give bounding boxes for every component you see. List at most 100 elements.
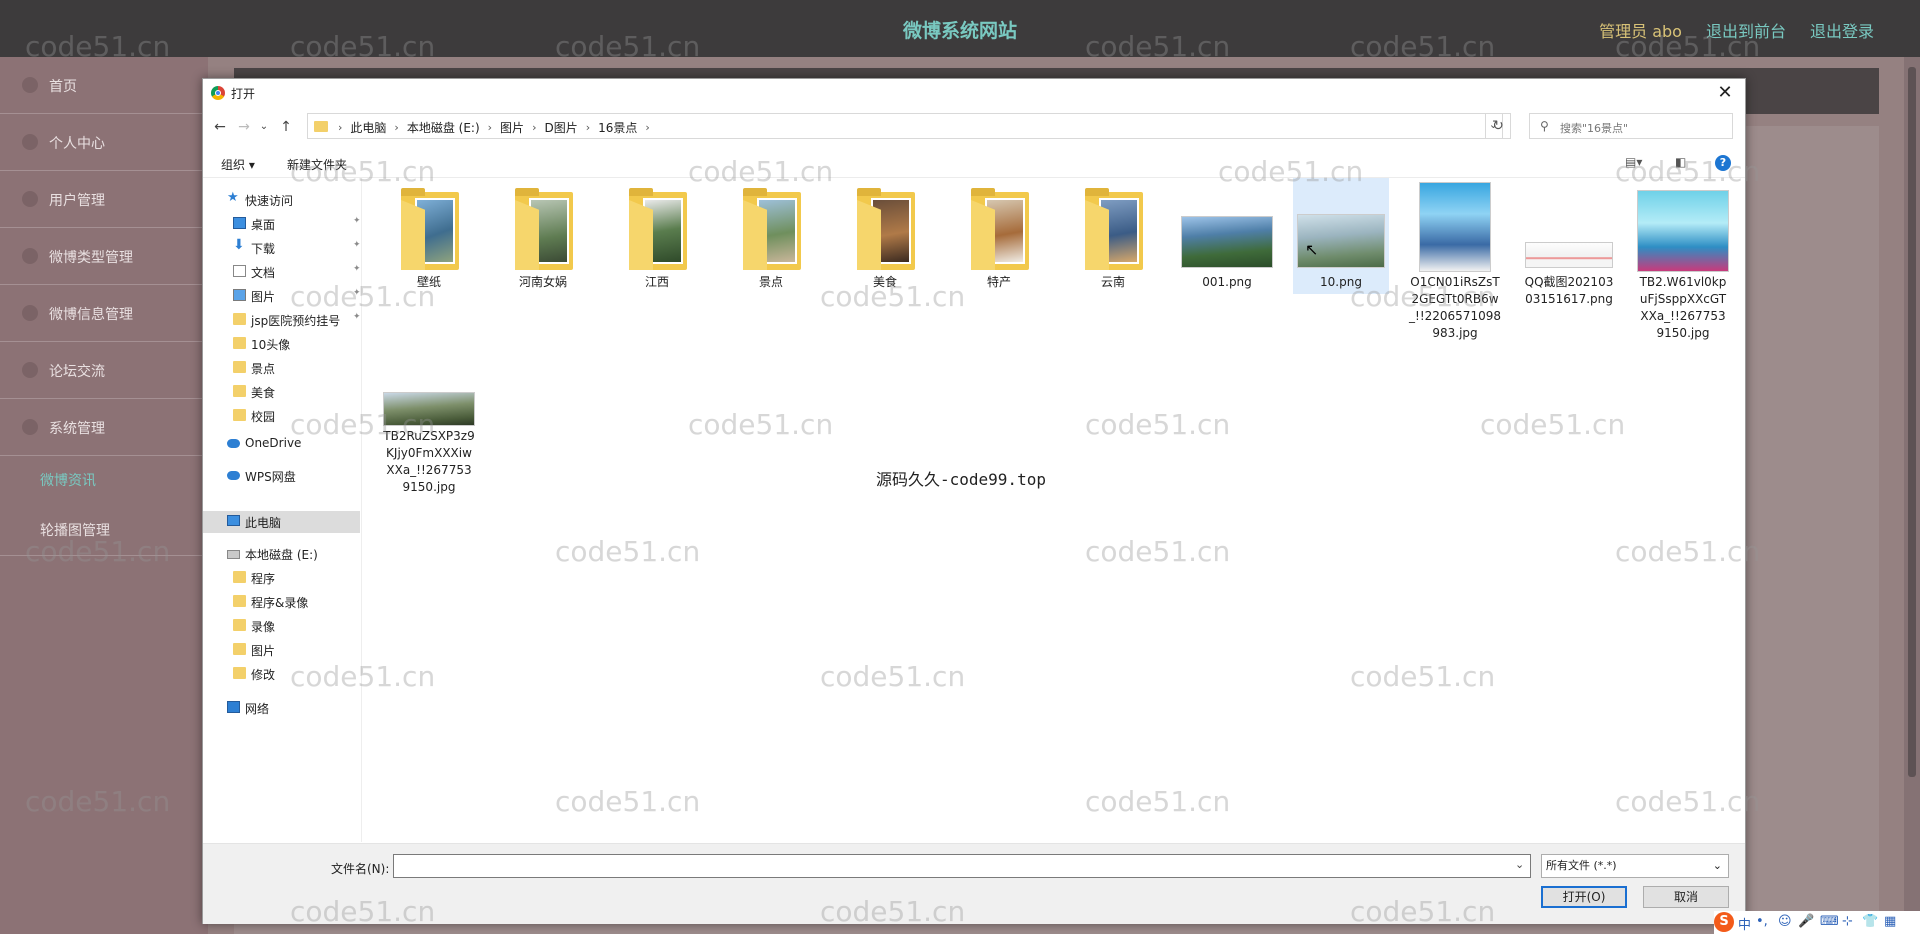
- page-scrollbar[interactable]: [1904, 57, 1920, 934]
- search-box[interactable]: ⚲ 搜索"16景点": [1529, 113, 1733, 139]
- cloud-icon: [227, 439, 240, 448]
- folder-icon: [233, 409, 246, 421]
- page-scrollbar-thumb[interactable]: [1908, 67, 1916, 777]
- chevron-right-icon: ›: [645, 121, 650, 134]
- sidebar-item-weibo-info[interactable]: 微博信息管理: [0, 285, 208, 342]
- home-icon: [22, 77, 38, 93]
- sogou-ime-icon[interactable]: S: [1714, 912, 1734, 932]
- ime-language-toggle[interactable]: 中: [1738, 914, 1751, 933]
- sidebar-item-users[interactable]: 用户管理: [0, 171, 208, 228]
- breadcrumb-this-pc[interactable]: 此电脑: [350, 119, 386, 136]
- sidebar-subitem-carousel[interactable]: 轮播图管理: [40, 520, 110, 540]
- search-icon: ⚲: [1540, 119, 1549, 133]
- toolbox-icon[interactable]: ⊹: [1842, 914, 1853, 929]
- center-watermark-note: 源码久久-code99.top: [876, 470, 1046, 489]
- folder-icon: [1065, 182, 1161, 274]
- folder-item[interactable]: 壁纸: [381, 182, 477, 291]
- breadcrumb: › 此电脑 › 本地磁盘 (E:) › 图片 › D图片 › 16景点 ›: [330, 119, 658, 136]
- back-arrow-icon[interactable]: ←: [211, 117, 229, 137]
- logout-link[interactable]: 退出登录: [1810, 18, 1874, 42]
- up-arrow-icon[interactable]: ↑: [277, 117, 295, 137]
- sidebar-item-forum[interactable]: 论坛交流: [0, 342, 208, 399]
- info-icon: [22, 305, 38, 321]
- file-item[interactable]: QQ截图20210303151617.png: [1521, 182, 1617, 308]
- filename-input[interactable]: [393, 854, 1531, 878]
- computer-icon: [227, 515, 240, 526]
- dialog-footer: 文件名(N): ⌄ 所有文件 (*.*) ⌄ 打开(O) 取消: [203, 843, 1745, 924]
- folder-icon: [495, 182, 591, 274]
- chevron-right-icon: ›: [487, 121, 493, 134]
- organize-button[interactable]: 组织 ▾: [221, 156, 255, 173]
- help-icon[interactable]: ?: [1715, 155, 1731, 171]
- open-button[interactable]: 打开(O): [1541, 886, 1627, 908]
- forward-arrow-icon[interactable]: →: [235, 117, 253, 137]
- file-item[interactable]: 001.png: [1179, 182, 1275, 291]
- file-item[interactable]: TB2RuZSXP3z9KJjy0FmXXXiwXXa_!!2677539150…: [381, 392, 477, 496]
- network-icon: [227, 701, 240, 713]
- users-icon: [22, 191, 38, 207]
- folder-item[interactable]: 美食: [837, 182, 933, 291]
- breadcrumb-16-scenic[interactable]: 16景点: [598, 119, 637, 136]
- star-icon: ★: [227, 190, 239, 205]
- recent-dropdown-icon[interactable]: ⌄: [255, 117, 273, 137]
- sidebar-item-home[interactable]: 首页: [0, 57, 208, 114]
- sidebar: 首页 个人中心 用户管理 微博类型管理 微博信息管理 论坛交流 系统管理 微博资…: [0, 57, 208, 934]
- breadcrumb-d-pictures[interactable]: D图片: [544, 119, 577, 136]
- sidebar-item-profile[interactable]: 个人中心: [0, 114, 208, 171]
- breadcrumb-pictures[interactable]: 图片: [500, 119, 524, 136]
- address-bar[interactable]: › 此电脑 › 本地磁盘 (E:) › 图片 › D图片 › 16景点 › ⌄: [307, 113, 1503, 139]
- skin-icon[interactable]: 👕: [1862, 914, 1878, 929]
- grid-menu-icon[interactable]: ▦: [1884, 914, 1896, 929]
- desktop-icon: [233, 217, 246, 229]
- folder-item[interactable]: 江西: [609, 182, 705, 291]
- folder-icon: [837, 182, 933, 274]
- image-thumbnail: ↖: [1293, 182, 1389, 274]
- file-item[interactable]: O1CN01iRsZsT2GEGTt0RB6w_!!2206571098983.…: [1407, 182, 1503, 342]
- folder-icon: [233, 571, 246, 583]
- folder-item[interactable]: 河南女娲: [495, 182, 591, 291]
- image-thumbnail: [1179, 182, 1275, 274]
- forum-icon: [22, 362, 38, 378]
- sidebar-item-system[interactable]: 系统管理: [0, 399, 208, 456]
- document-icon: [233, 265, 246, 277]
- user-icon: [22, 134, 38, 150]
- punctuation-icon[interactable]: •,: [1756, 914, 1768, 929]
- folder-item[interactable]: 景点: [723, 182, 819, 291]
- settings-icon: [22, 419, 38, 435]
- emoji-icon[interactable]: ☺: [1778, 914, 1792, 929]
- command-bar: 组织 ▾ 新建文件夹 ▤▾ ◧ ?: [203, 149, 1745, 178]
- chevron-right-icon: ›: [585, 121, 591, 134]
- microphone-icon[interactable]: 🎤: [1798, 914, 1814, 929]
- image-thumbnail: [1521, 182, 1617, 274]
- picture-icon: [233, 289, 246, 301]
- preview-pane-icon[interactable]: ◧: [1675, 155, 1686, 169]
- sidebar-subitem-news[interactable]: 微博资讯: [40, 470, 96, 490]
- chevron-right-icon: ›: [338, 121, 343, 134]
- file-item[interactable]: TB2.W61vl0kpuFjSsppXXcGTXXa_!!2677539150…: [1635, 182, 1731, 342]
- breadcrumb-drive[interactable]: 本地磁盘 (E:): [407, 119, 480, 136]
- filetype-select[interactable]: 所有文件 (*.*) ⌄: [1541, 854, 1729, 878]
- image-thumbnail: [1407, 182, 1503, 274]
- back-to-frontend-link[interactable]: 退出到前台: [1706, 18, 1786, 42]
- image-thumbnail: [381, 392, 477, 428]
- navigation-pane: ★ 快速访问 桌面 ✦ ⬇ 下载 ✦ 文档 ✦ 图片 ✦ jsp医院预约挂号 ✦ 10头像 景…: [203, 178, 362, 842]
- folder-icon: [233, 619, 246, 631]
- close-button[interactable]: ✕: [1711, 79, 1739, 107]
- keyboard-icon[interactable]: ⌨: [1820, 914, 1839, 929]
- file-item-selected[interactable]: ↖ 10.png: [1293, 178, 1389, 294]
- sidebar-item-weibo-types[interactable]: 微博类型管理: [0, 228, 208, 285]
- folder-icon: [314, 121, 328, 132]
- cancel-button[interactable]: 取消: [1643, 886, 1729, 908]
- pin-icon: ✦: [353, 288, 361, 298]
- folder-icon: [951, 182, 1047, 274]
- folder-item[interactable]: 特产: [951, 182, 1047, 291]
- top-links: 管理员 abo 退出到前台 退出登录: [1599, 18, 1874, 42]
- ime-toolbar: S 中 •, ☺ 🎤 ⌨ ⊹ 👕 ▦: [1714, 911, 1920, 934]
- folder-item[interactable]: 云南: [1065, 182, 1161, 291]
- view-options-icon[interactable]: ▤▾: [1625, 155, 1642, 169]
- refresh-icon[interactable]: ↻: [1485, 113, 1511, 139]
- new-folder-button[interactable]: 新建文件夹: [287, 156, 347, 173]
- top-bar: 微博系统网站 管理员 abo 退出到前台 退出登录: [0, 0, 1920, 57]
- chevron-down-icon[interactable]: ⌄: [1515, 858, 1524, 871]
- cloud-icon: [227, 471, 240, 480]
